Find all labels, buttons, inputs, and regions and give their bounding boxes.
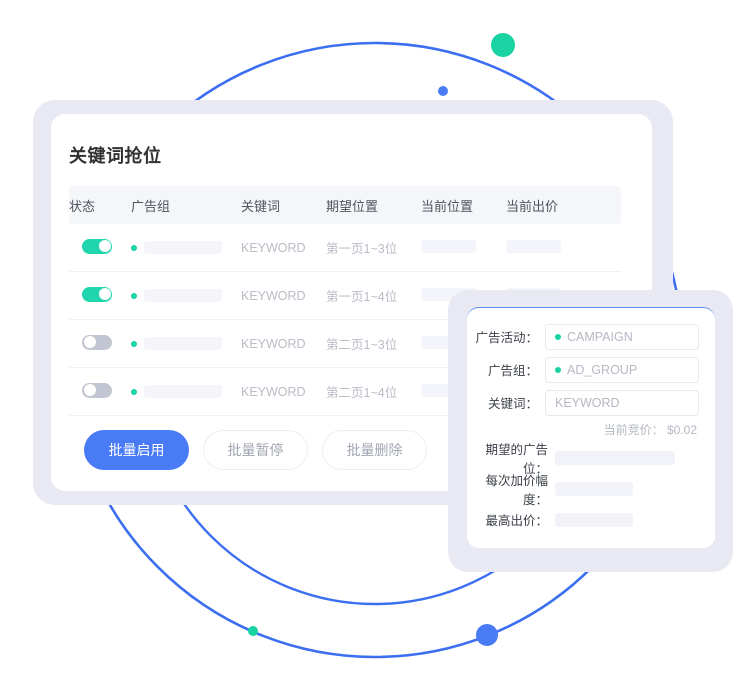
row-current-bid-cell <box>506 239 596 256</box>
col-header-keyword: 关键词 <box>241 198 281 214</box>
bulk-action-bar: 批量启用 批量暂停 批量删除 <box>84 430 427 470</box>
desired-slot-placeholder-bar[interactable] <box>555 450 675 465</box>
row-adgroup-cell <box>131 385 241 398</box>
campaign-field-row: 广告活动： CAMPAIGN <box>467 320 715 353</box>
row-desired-position-cell: 第一页1~3位 <box>326 242 398 256</box>
table-row[interactable]: KEYWORD 第一页1~3位 <box>69 224 621 272</box>
row-status-cell <box>69 334 131 353</box>
toggle-knob <box>83 384 96 396</box>
toggle-knob <box>98 240 111 252</box>
status-toggle[interactable] <box>82 286 112 302</box>
status-toggle[interactable] <box>82 334 112 350</box>
row-status-cell <box>69 286 131 305</box>
row-keyword-cell: KEYWORD <box>241 336 306 351</box>
row-keyword-cell: KEYWORD <box>241 240 306 255</box>
row-keyword-cell: KEYWORD <box>241 288 306 303</box>
table-header-row: 状态 广告组 关键词 期望位置 当前位置 当前出价 <box>69 186 621 224</box>
toggle-knob <box>98 288 111 300</box>
row-status-cell <box>69 382 131 401</box>
bulk-delete-button[interactable]: 批量删除 <box>322 430 427 470</box>
adgroup-input[interactable]: AD_GROUP <box>545 356 699 383</box>
col-header-adgroup: 广告组 <box>131 198 171 214</box>
row-status-cell <box>69 238 131 257</box>
adgroup-status-dot-icon <box>131 292 137 299</box>
campaign-status-dot-icon <box>555 333 561 340</box>
bid-settings-popup: 广告活动： CAMPAIGN 广告组： AD_GROUP 关键词： KEYWOR… <box>467 307 715 548</box>
row-current-position-cell <box>421 239 506 256</box>
campaign-label: 广告活动： <box>475 331 538 345</box>
adgroup-value: AD_GROUP <box>567 362 638 377</box>
col-header-current-position: 当前位置 <box>421 198 474 214</box>
adgroup-status-dot-icon <box>131 388 137 395</box>
adgroup-placeholder-bar <box>144 241 222 254</box>
green-dot-top-icon <box>491 33 515 57</box>
blue-dot-bottom-icon <box>476 624 498 646</box>
current-bid-placeholder-bar <box>506 239 561 253</box>
row-adgroup-cell <box>131 289 241 302</box>
adgroup-placeholder-bar <box>144 289 222 302</box>
page-title: 关键词抢位 <box>69 146 162 166</box>
max-bid-row: 最高出价： <box>467 504 715 535</box>
keyword-input[interactable]: KEYWORD <box>545 389 699 416</box>
increment-label: 每次加价幅度： <box>485 473 548 507</box>
blue-dot-top-icon <box>438 86 448 96</box>
row-adgroup-cell <box>131 337 241 350</box>
row-desired-position-cell: 第二页1~3位 <box>326 338 398 352</box>
max-bid-label: 最高出价： <box>485 514 548 528</box>
adgroup-field-row: 广告组： AD_GROUP <box>467 353 715 386</box>
current-position-placeholder-bar <box>421 239 476 253</box>
adgroup-placeholder-bar <box>144 385 222 398</box>
desired-slot-row: 期望的广告位： <box>467 442 715 476</box>
status-toggle[interactable] <box>82 382 112 398</box>
adgroup-status-dot-icon <box>131 244 137 251</box>
keyword-field-row: 关键词： KEYWORD <box>467 386 715 419</box>
adgroup-placeholder-bar <box>144 337 222 350</box>
col-header-desired-position: 期望位置 <box>326 198 379 214</box>
row-keyword-cell: KEYWORD <box>241 384 306 399</box>
increment-row: 每次加价幅度： <box>467 473 715 507</box>
row-desired-position-cell: 第一页1~4位 <box>326 290 398 304</box>
green-dot-bottom-icon <box>248 626 258 636</box>
toggle-knob <box>83 336 96 348</box>
bulk-enable-button[interactable]: 批量启用 <box>84 430 189 470</box>
campaign-input[interactable]: CAMPAIGN <box>545 323 699 350</box>
row-desired-position-cell: 第二页1~4位 <box>326 386 398 400</box>
status-toggle[interactable] <box>82 238 112 254</box>
adgroup-label: 广告组： <box>487 364 538 378</box>
keyword-value: KEYWORD <box>555 395 620 410</box>
row-adgroup-cell <box>131 241 241 254</box>
current-bid-text: 当前竞价： $0.02 <box>603 423 697 437</box>
adgroup-status-dot-icon <box>555 366 561 373</box>
increment-placeholder-bar[interactable] <box>555 481 633 496</box>
col-header-status: 状态 <box>69 198 96 214</box>
campaign-value: CAMPAIGN <box>567 329 633 344</box>
keyword-label: 关键词： <box>487 397 538 411</box>
adgroup-status-dot-icon <box>131 340 137 347</box>
screenshot-stage: 关键词抢位 状态 广告组 关键词 期望位置 当前位置 当前出价 KEYWORD … <box>0 0 750 675</box>
col-header-current-bid: 当前出价 <box>506 198 559 214</box>
max-bid-placeholder-bar[interactable] <box>555 512 633 527</box>
bulk-pause-button[interactable]: 批量暂停 <box>203 430 308 470</box>
